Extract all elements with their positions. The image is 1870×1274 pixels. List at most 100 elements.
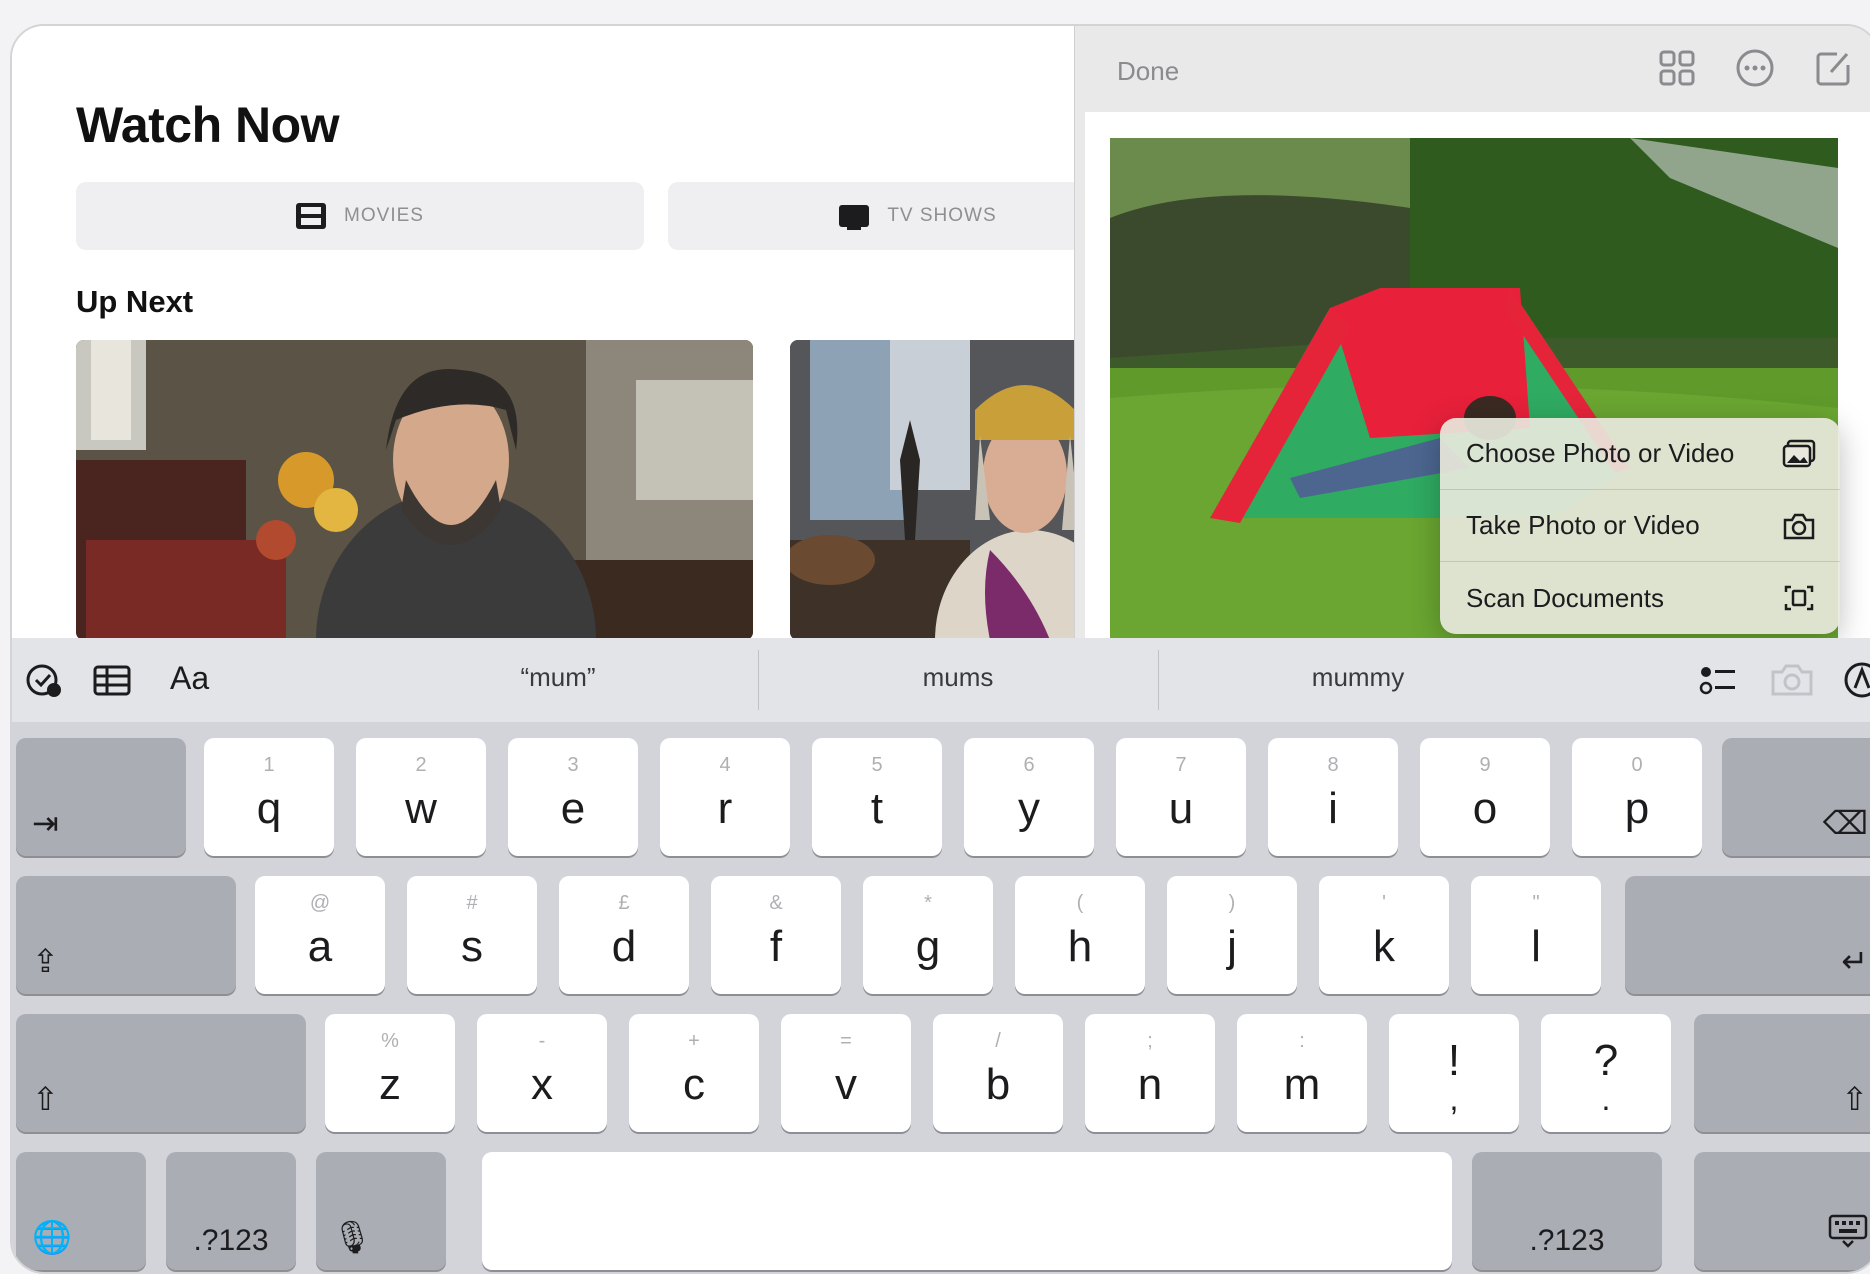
key-label: g bbox=[915, 922, 941, 971]
key-q[interactable]: 1q bbox=[204, 738, 334, 856]
key-label: p bbox=[1624, 784, 1650, 833]
key-hint: £ bbox=[618, 892, 630, 914]
key-label: y bbox=[1018, 784, 1040, 833]
space-bar[interactable] bbox=[482, 1152, 1452, 1270]
key-hint: ) bbox=[1228, 892, 1236, 914]
punctuation-key[interactable]: !, bbox=[1389, 1014, 1519, 1132]
key-label: d bbox=[611, 922, 637, 971]
key-v[interactable]: = v bbox=[781, 1014, 911, 1132]
key-e[interactable]: 3e bbox=[508, 738, 638, 856]
key-d[interactable]: £ d bbox=[559, 876, 689, 994]
suggestion-1[interactable]: “mum” bbox=[358, 662, 758, 693]
key-hint: # bbox=[466, 892, 478, 914]
key-l[interactable]: " l bbox=[1471, 876, 1601, 994]
more-ellipsis-icon[interactable] bbox=[1735, 48, 1775, 88]
suggestion-2[interactable]: mums bbox=[758, 662, 1158, 693]
movies-tab[interactable]: MOVIES bbox=[76, 182, 644, 250]
key-p[interactable]: 0p bbox=[1572, 738, 1702, 856]
photo-library-icon bbox=[1782, 439, 1816, 469]
up-next-thumbnail[interactable] bbox=[790, 340, 1090, 640]
take-photo-video-item[interactable]: Take Photo or Video bbox=[1440, 490, 1840, 562]
church-man-image bbox=[76, 340, 753, 640]
camera-icon[interactable] bbox=[1770, 660, 1813, 700]
key-label: ! bbox=[1447, 1036, 1461, 1085]
key-g[interactable]: * g bbox=[863, 876, 993, 994]
key-x[interactable]: -x bbox=[477, 1014, 607, 1132]
key-t[interactable]: 5t bbox=[812, 738, 942, 856]
key-c[interactable]: + c bbox=[629, 1014, 759, 1132]
tab-key[interactable]: ⇥ bbox=[16, 738, 186, 856]
globe-key[interactable]: 🌐 bbox=[16, 1152, 146, 1270]
key-label: f bbox=[769, 922, 783, 971]
key-label: m bbox=[1283, 1060, 1321, 1109]
return-key[interactable]: ↵ bbox=[1625, 876, 1870, 994]
microphone-icon: 🎙 bbox=[332, 1219, 373, 1255]
key-label: e bbox=[560, 784, 586, 833]
up-next-thumbnail[interactable] bbox=[76, 340, 753, 640]
key-w[interactable]: 2w bbox=[356, 738, 486, 856]
key-hint: ; bbox=[1147, 1030, 1153, 1052]
key-o[interactable]: 9o bbox=[1420, 738, 1550, 856]
key-label: c bbox=[683, 1060, 705, 1109]
key-k[interactable]: ' k bbox=[1319, 876, 1449, 994]
keyboard-hide-icon bbox=[1828, 1214, 1868, 1256]
scan-documents-item[interactable]: Scan Documents bbox=[1440, 562, 1840, 634]
key-b[interactable]: / b bbox=[933, 1014, 1063, 1132]
format-text-icon[interactable]: Aa bbox=[170, 660, 230, 700]
compose-icon[interactable] bbox=[1813, 48, 1853, 88]
tv-shows-label: TV SHOWS bbox=[887, 205, 997, 226]
key-label: v bbox=[835, 1060, 857, 1109]
punctuation-key[interactable]: ?. bbox=[1541, 1014, 1671, 1132]
key-hint: 8 bbox=[1327, 754, 1339, 776]
film-icon bbox=[296, 203, 327, 229]
key-hint: : bbox=[1299, 1030, 1305, 1052]
key-f[interactable]: & f bbox=[711, 876, 841, 994]
gallery-grid-icon[interactable] bbox=[1657, 48, 1697, 88]
key-label: k bbox=[1373, 922, 1395, 971]
key-z[interactable]: % z bbox=[325, 1014, 455, 1132]
done-button[interactable]: Done bbox=[1117, 56, 1179, 87]
key-m[interactable]: :m bbox=[1237, 1014, 1367, 1132]
checklist-icon[interactable] bbox=[1698, 660, 1738, 700]
key-hint: % bbox=[381, 1030, 399, 1052]
key-a[interactable]: @ a bbox=[255, 876, 385, 994]
key-hint: * bbox=[924, 892, 932, 914]
tv-app: Watch Now MOVIES TV SHOWS Up Next bbox=[12, 26, 1168, 640]
key-u[interactable]: 7u bbox=[1116, 738, 1246, 856]
caps-lock-key[interactable]: ⇪ bbox=[16, 876, 236, 994]
key-label: s bbox=[461, 922, 483, 971]
choose-photo-video-item[interactable]: Choose Photo or Video bbox=[1440, 418, 1840, 490]
key-y[interactable]: 6y bbox=[964, 738, 1094, 856]
key-hint: 3 bbox=[567, 754, 579, 776]
key-r[interactable]: 4r bbox=[660, 738, 790, 856]
key-label: j bbox=[1227, 922, 1237, 971]
table-icon[interactable] bbox=[92, 660, 132, 700]
key-s[interactable]: # s bbox=[407, 876, 537, 994]
numbers-key-right[interactable]: .?123 bbox=[1472, 1152, 1662, 1270]
camera-icon bbox=[1782, 511, 1816, 541]
key-label: h bbox=[1067, 922, 1093, 971]
checklist-text-icon[interactable] bbox=[24, 660, 64, 700]
suggestion-3[interactable]: mummy bbox=[1158, 662, 1558, 693]
shift-key-right[interactable]: ⇧ bbox=[1694, 1014, 1870, 1132]
key-n[interactable]: ; n bbox=[1085, 1014, 1215, 1132]
key-hint: 2 bbox=[415, 754, 427, 776]
shift-key-left[interactable]: ⇧ bbox=[16, 1014, 306, 1132]
key-label: w bbox=[405, 784, 437, 833]
markup-icon[interactable] bbox=[1842, 660, 1870, 700]
key-label: n bbox=[1137, 1060, 1163, 1109]
delete-key[interactable]: ⌫ bbox=[1722, 738, 1870, 856]
key-label: o bbox=[1472, 784, 1498, 833]
key-label: ? bbox=[1593, 1036, 1619, 1085]
numbers-key-left[interactable]: .?123 bbox=[166, 1152, 296, 1270]
key-h[interactable]: (h bbox=[1015, 876, 1145, 994]
key-j[interactable]: ) j bbox=[1167, 876, 1297, 994]
caps-lock-icon: ⇪ bbox=[32, 943, 59, 979]
key-i[interactable]: 8i bbox=[1268, 738, 1398, 856]
key-hint: ' bbox=[1382, 892, 1386, 914]
section-title: Up Next bbox=[76, 284, 194, 319]
key-hint: 0 bbox=[1631, 754, 1643, 776]
shift-icon: ⇧ bbox=[1841, 1081, 1868, 1117]
hide-keyboard-key[interactable] bbox=[1694, 1152, 1870, 1270]
dictation-key[interactable]: 🎙 bbox=[316, 1152, 446, 1270]
